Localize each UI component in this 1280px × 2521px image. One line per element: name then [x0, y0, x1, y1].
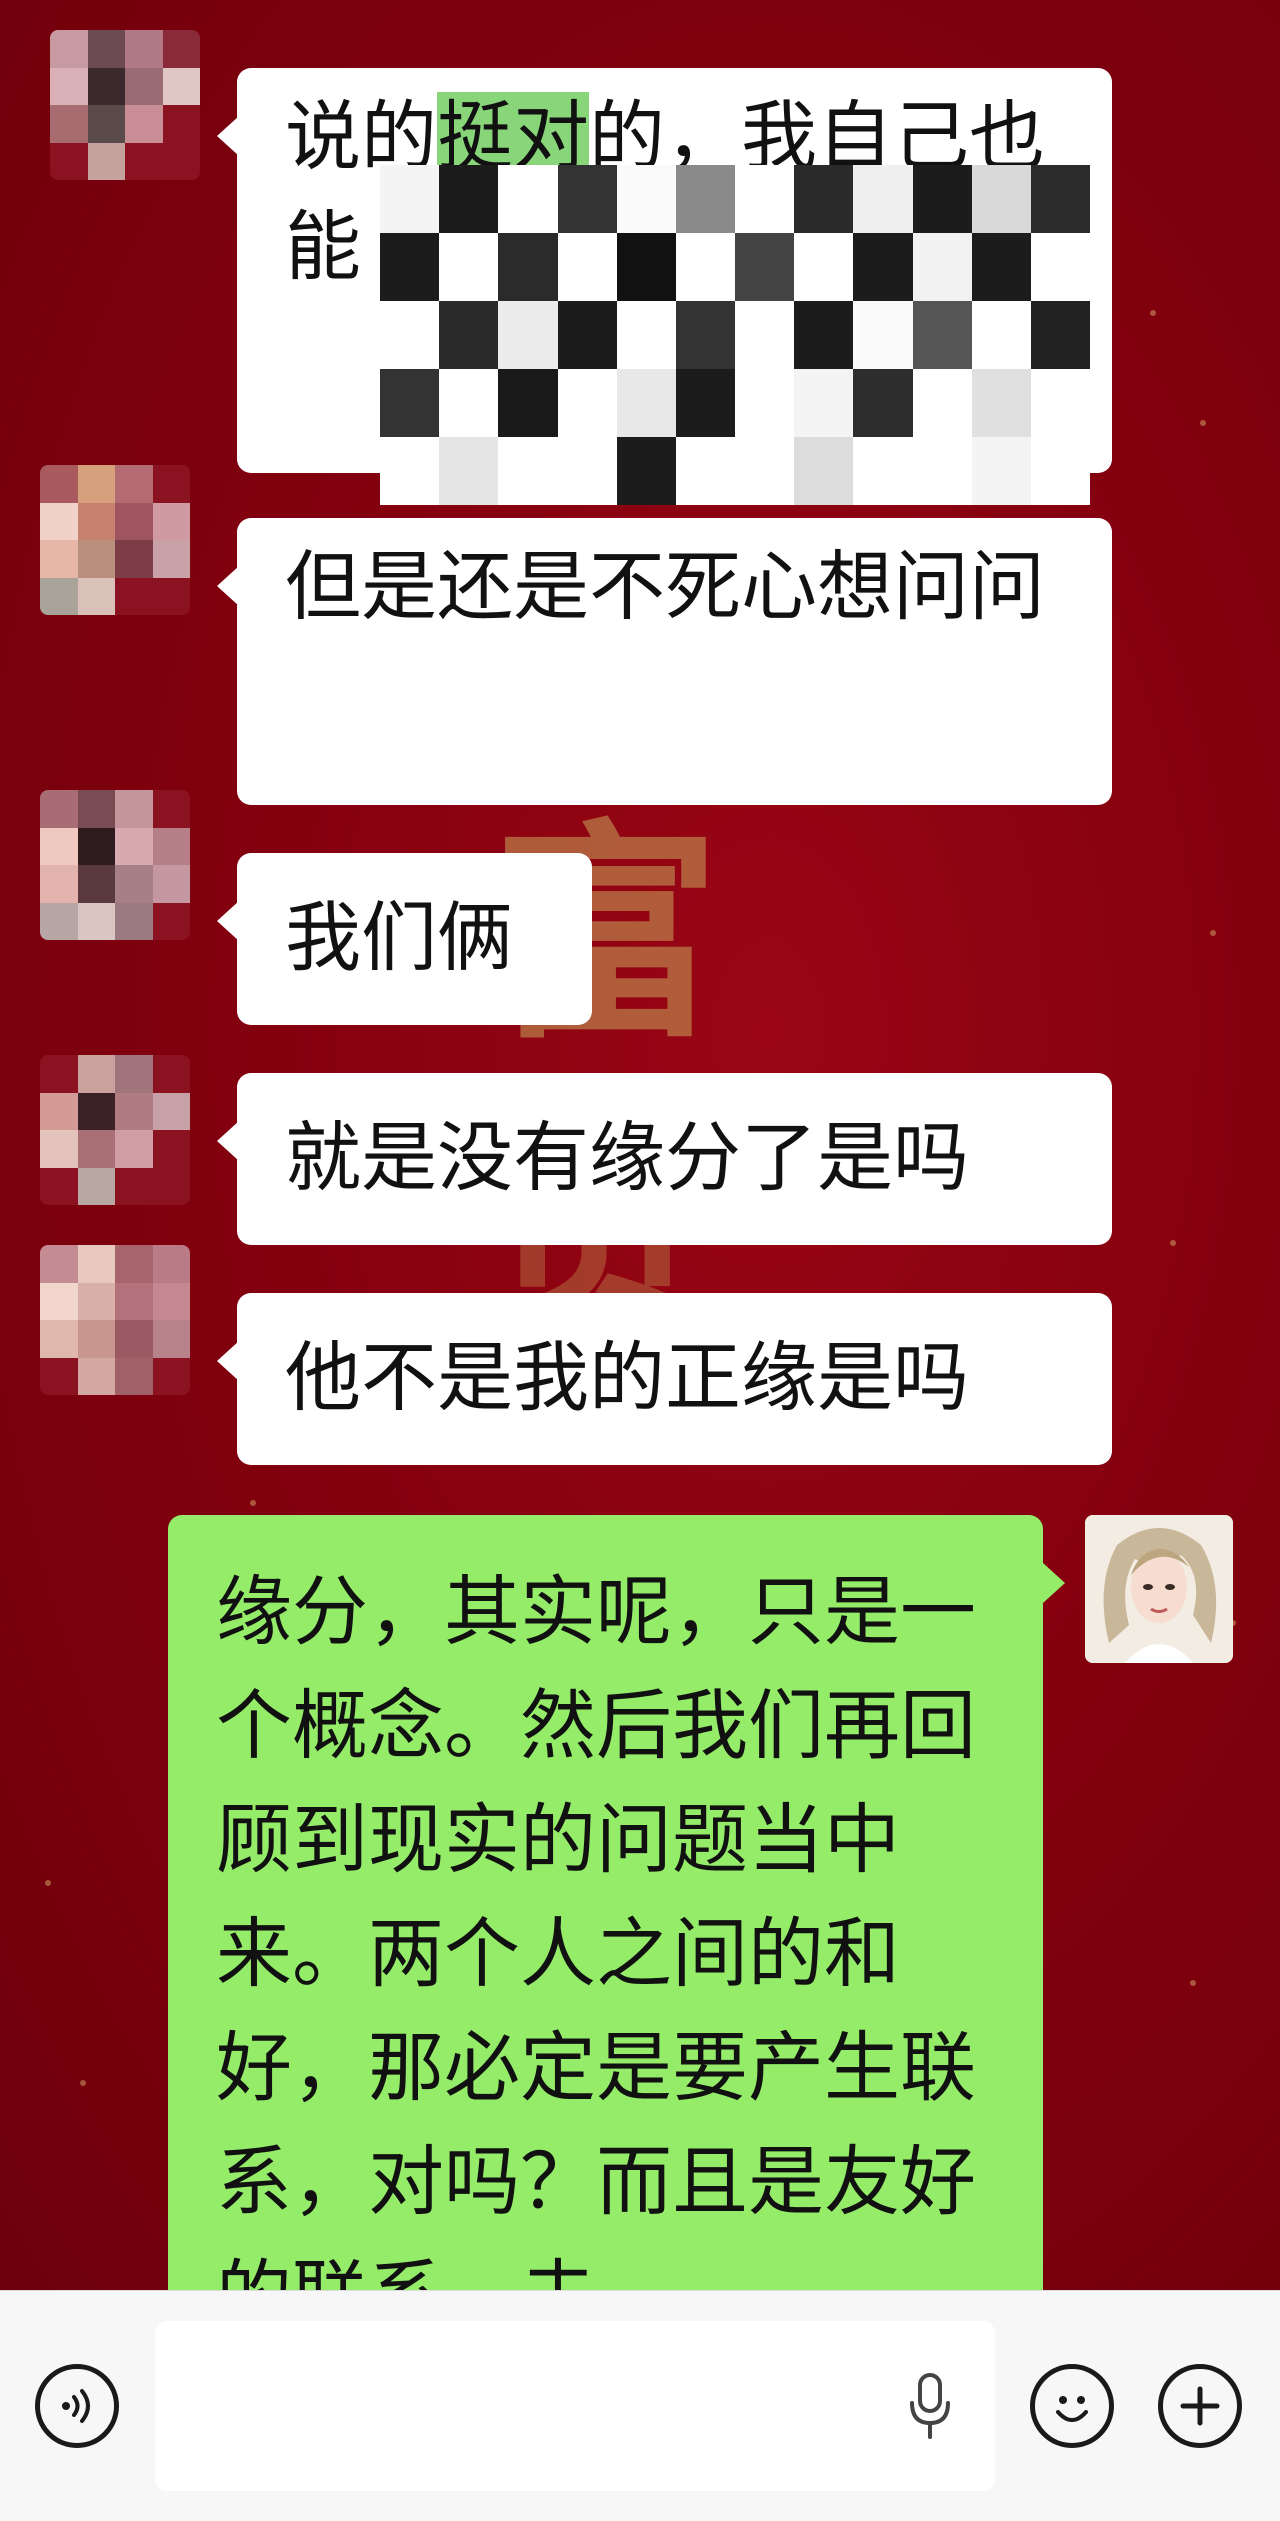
message-text: 能 [285, 202, 361, 291]
my-avatar[interactable] [1085, 1515, 1233, 1663]
avatar[interactable] [40, 1245, 190, 1395]
message-bubble-incoming[interactable]: 他不是我的正缘是吗 [217, 1293, 1112, 1465]
avatar[interactable] [40, 790, 190, 940]
message-text: 我们俩 [285, 893, 513, 982]
message-bubble-incoming[interactable]: 我们俩 [217, 853, 592, 1025]
message-text: 但是还是不死心想问问 [285, 542, 1045, 631]
message-text: 他不是我的正缘是吗 [285, 1333, 969, 1422]
smile-face-icon [1056, 2396, 1088, 2422]
input-bar [0, 2290, 1280, 2521]
microphone-icon[interactable] [905, 2371, 955, 2441]
message-input[interactable] [155, 2321, 995, 2491]
voice-wave-icon [62, 2389, 90, 2423]
avatar[interactable] [40, 465, 190, 615]
avatar[interactable] [40, 1055, 190, 1205]
message-text: 缘分，其实呢，只是一个概念。然后我们再回顾到现实的问题当中来。两个人之间的和好，… [216, 1567, 976, 2290]
plus-sign-icon [1180, 2386, 1220, 2426]
avatar[interactable] [50, 30, 200, 180]
message-bubble-outgoing[interactable]: 缘分，其实呢，只是一个概念。然后我们再回顾到现实的问题当中来。两个人之间的和好，… [168, 1515, 1065, 2290]
message-bubble-incoming[interactable]: 但是还是不死心想问问 [217, 518, 1112, 805]
redaction-mosaic [380, 165, 1090, 505]
message-bubble-incoming[interactable]: 就是没有缘分了是吗 [217, 1073, 1112, 1245]
emoji-icon[interactable] [1030, 2364, 1114, 2448]
message-text: 就是没有缘分了是吗 [285, 1113, 969, 1202]
plus-icon[interactable] [1158, 2364, 1242, 2448]
avatar-illustration [1085, 1515, 1233, 1663]
chat-background: 富 贵 说的挺对的，我自己也 能 [0, 0, 1280, 2290]
voice-toggle-icon[interactable] [35, 2364, 119, 2448]
